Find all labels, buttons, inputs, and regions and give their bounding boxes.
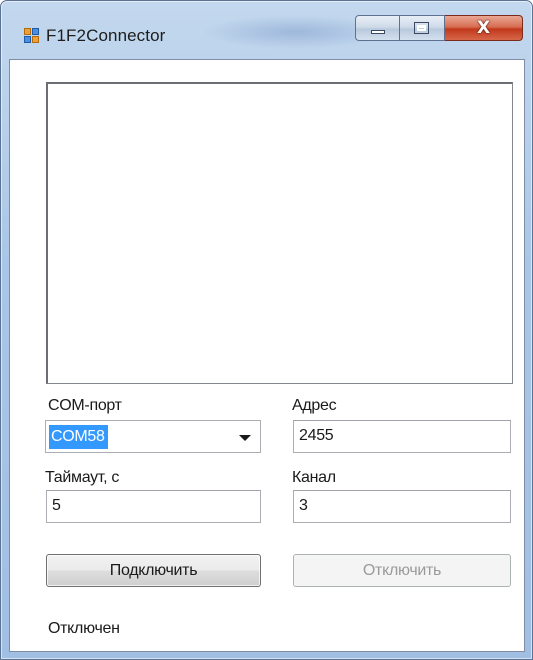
- channel-field[interactable]: 3: [293, 490, 511, 523]
- maximize-button[interactable]: [400, 15, 445, 41]
- close-button[interactable]: X: [445, 15, 523, 41]
- app-window: F1F2Connector X COM-порт COM58 Адрес 245…: [0, 0, 533, 660]
- com-port-combobox[interactable]: COM58: [45, 420, 261, 453]
- com-port-label: COM-порт: [48, 397, 122, 414]
- chevron-down-icon[interactable]: [239, 435, 251, 441]
- log-listbox[interactable]: [46, 82, 513, 384]
- client-area: COM-порт COM58 Адрес 2455 Таймаут, с 5 К…: [9, 59, 525, 652]
- maximize-icon: [414, 22, 429, 34]
- com-port-value: COM58: [49, 425, 108, 449]
- connect-button[interactable]: Подключить: [46, 554, 261, 587]
- window-title: F1F2Connector: [46, 26, 166, 45]
- minimize-button[interactable]: [355, 15, 400, 41]
- disconnect-button[interactable]: Отключить: [293, 554, 511, 587]
- close-icon: X: [476, 18, 491, 38]
- status-text: Отключен: [48, 620, 120, 637]
- app-icon[interactable]: [24, 28, 40, 44]
- minimize-icon: [371, 30, 385, 34]
- address-field[interactable]: 2455: [293, 420, 511, 453]
- title-bar[interactable]: F1F2Connector X: [1, 1, 532, 59]
- channel-label: Канал: [292, 469, 336, 486]
- timeout-field[interactable]: 5: [46, 490, 261, 523]
- address-label: Адрес: [292, 397, 337, 414]
- timeout-label: Таймаут, с: [45, 469, 120, 486]
- caption-buttons: X: [355, 15, 523, 41]
